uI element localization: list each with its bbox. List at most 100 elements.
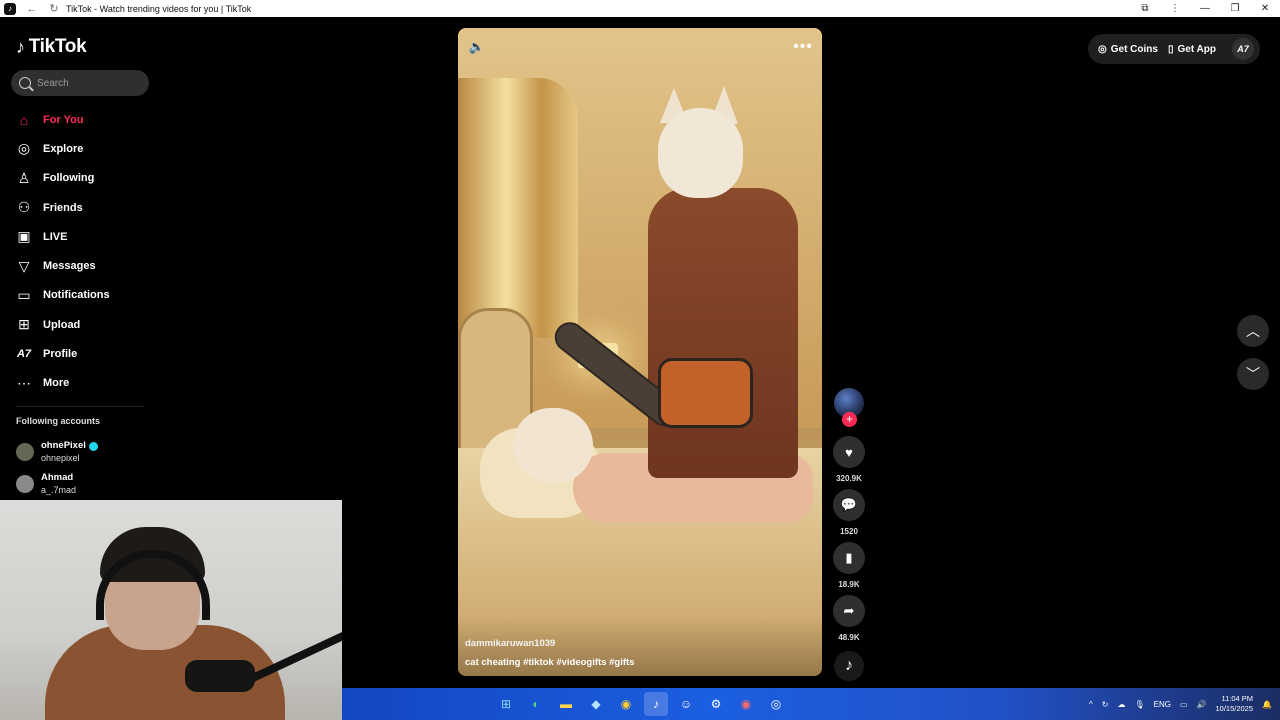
previous-video-button[interactable]: ︿ bbox=[1237, 315, 1269, 347]
search-box[interactable] bbox=[11, 70, 149, 96]
network-icon[interactable]: ▭ bbox=[1180, 700, 1188, 709]
sidebar-item-label: Profile bbox=[43, 348, 78, 361]
video-scene-curtain bbox=[458, 78, 578, 338]
phone-icon: ▯ bbox=[1167, 43, 1174, 55]
notification-bell-icon[interactable]: 🔔 bbox=[1262, 700, 1272, 709]
account-handle: a_.7mad bbox=[41, 485, 77, 495]
sidebar-item-more[interactable]: ⋯ More bbox=[16, 369, 110, 398]
chrome-icon[interactable]: ◉ bbox=[614, 692, 638, 716]
avatar bbox=[16, 475, 34, 493]
video-actions: + ♥ 320.9K 💬 1520 ▮ 18.9K ➦ 48.9K ♪ bbox=[832, 388, 866, 681]
sidebar-item-label: Explore bbox=[43, 142, 84, 155]
language-indicator[interactable]: ENG bbox=[1154, 700, 1171, 709]
get-coins-button[interactable]: ◎ Get Coins bbox=[1098, 44, 1158, 55]
tiktok-taskbar-icon[interactable]: ♪ bbox=[644, 692, 668, 716]
sidebar-item-for-you[interactable]: ⌂ For You bbox=[16, 105, 110, 134]
following-icon: ♙ bbox=[17, 169, 31, 186]
windows-start-icon[interactable]: ⊞ bbox=[494, 692, 518, 716]
menu-kebab-icon[interactable]: ⋮ bbox=[1160, 3, 1190, 14]
file-explorer-icon[interactable]: ▬ bbox=[554, 692, 578, 716]
more-options-icon[interactable]: ••• bbox=[792, 36, 814, 58]
volume-icon[interactable]: 🔈 bbox=[466, 36, 488, 58]
mic-tray-icon[interactable]: 🎙 bbox=[1134, 700, 1144, 709]
sidebar-item-label: Friends bbox=[43, 201, 83, 214]
notifications-icon: ▭ bbox=[17, 286, 31, 303]
chevron-up-icon: ︿ bbox=[1246, 323, 1260, 339]
window-controls: ⧉ ⋮ — ❐ ✕ bbox=[1130, 0, 1280, 17]
following-account[interactable]: Ahmad a_.7mad bbox=[16, 468, 98, 500]
like-button[interactable]: ♥ bbox=[833, 436, 865, 468]
following-account[interactable]: ohnePixel ohnepixel bbox=[16, 436, 98, 468]
share-button[interactable]: ➦ bbox=[833, 595, 865, 627]
sidebar-item-following[interactable]: ♙ Following bbox=[16, 164, 110, 193]
get-app-button[interactable]: ▯ Get App bbox=[1168, 44, 1216, 55]
sync-icon[interactable]: ↻ bbox=[1102, 700, 1109, 709]
steam-icon[interactable]: ⚙ bbox=[704, 692, 728, 716]
sidebar-item-label: Upload bbox=[43, 318, 81, 331]
heart-icon: ♥ bbox=[845, 444, 853, 460]
taskbar-clock[interactable]: 11:04 PM 10/15/2025 bbox=[1215, 694, 1253, 714]
sleeping-cat-head bbox=[513, 408, 593, 483]
microphone-shape bbox=[185, 660, 255, 692]
get-app-label: Get App bbox=[1177, 43, 1216, 55]
standing-cat-head bbox=[658, 108, 743, 198]
extensions-icon[interactable]: ⧉ bbox=[1130, 3, 1160, 14]
sidebar-item-label: Following bbox=[43, 172, 95, 185]
clock-time: 11:04 PM bbox=[1221, 694, 1254, 703]
account-handle: ohnepixel bbox=[41, 453, 80, 463]
share-icon: ➦ bbox=[843, 603, 855, 618]
sidebar-item-explore[interactable]: ◎ Explore bbox=[16, 134, 110, 163]
sidebar-item-profile[interactable]: A7 Profile bbox=[16, 339, 110, 368]
sidebar-divider bbox=[16, 406, 144, 407]
minimize-button[interactable]: — bbox=[1190, 3, 1220, 14]
chevron-up-tray-icon[interactable]: ^ bbox=[1089, 700, 1093, 709]
sidebar-item-friends[interactable]: ⚇ Friends bbox=[16, 193, 110, 222]
webcam-overlay bbox=[0, 500, 342, 720]
sidebar-item-live[interactable]: ▣ LIVE bbox=[16, 222, 110, 251]
sidebar-item-label: More bbox=[43, 377, 70, 390]
video-author[interactable]: dammikaruwan1039 bbox=[465, 638, 805, 649]
close-button[interactable]: ✕ bbox=[1250, 3, 1280, 14]
sidebar: ♪ TikTok ⌂ For You ◎ Explore ♙ Following… bbox=[0, 17, 160, 500]
browser-titlebar: ♪ ← ↻ TikTok - Watch trending videos for… bbox=[0, 0, 1280, 17]
tiktok-logo[interactable]: ♪ TikTok bbox=[16, 36, 87, 58]
search-input[interactable] bbox=[37, 77, 137, 89]
upload-icon: ⊞ bbox=[18, 316, 30, 333]
sidebar-item-label: Notifications bbox=[43, 289, 110, 302]
cloud-icon[interactable]: ☁ bbox=[1117, 700, 1125, 709]
home-icon: ⌂ bbox=[19, 111, 29, 128]
sidebar-item-upload[interactable]: ⊞ Upload bbox=[16, 310, 110, 339]
discord-icon[interactable]: ☺ bbox=[674, 692, 698, 716]
sidebar-item-notifications[interactable]: ▭ Notifications bbox=[16, 281, 110, 310]
follow-plus-icon[interactable]: + bbox=[842, 412, 857, 427]
sidebar-item-label: LIVE bbox=[43, 230, 68, 243]
account-name: Ahmad bbox=[41, 472, 74, 483]
video-scene-chainsaw-body bbox=[658, 358, 753, 428]
get-coins-label: Get Coins bbox=[1110, 43, 1158, 55]
creator-avatar[interactable]: + bbox=[834, 388, 864, 427]
more-icon: ⋯ bbox=[17, 374, 31, 391]
comment-count: 1520 bbox=[840, 527, 858, 536]
system-tray: ^ ↻ ☁ 🎙 ENG ▭ 🔊 11:04 PM 10/15/2025 🔔 bbox=[1089, 688, 1272, 720]
compass-icon: ◎ bbox=[17, 140, 31, 157]
next-video-button[interactable]: ﹀ bbox=[1237, 358, 1269, 390]
chrome-alt-icon[interactable]: ◉ bbox=[734, 692, 758, 716]
arrow-left-icon[interactable]: ← bbox=[26, 3, 38, 15]
following-accounts-list: ohnePixel ohnepixel Ahmad a_.7mad bbox=[16, 436, 98, 500]
sidebar-item-messages[interactable]: ▽ Messages bbox=[16, 251, 110, 280]
edge-icon[interactable]: ◐ bbox=[524, 692, 548, 716]
comment-icon: 💬 bbox=[840, 497, 858, 512]
reload-icon[interactable]: ↻ bbox=[48, 2, 60, 15]
video-description: cat cheating #tiktok #videogifts #gifts bbox=[465, 657, 635, 668]
video-player[interactable]: 🔈 ••• dammikaruwan1039 cat cheating #tik… bbox=[458, 28, 822, 676]
profile-avatar-button[interactable]: A7 bbox=[1232, 38, 1254, 60]
music-disc-icon[interactable]: ♪ bbox=[834, 651, 864, 681]
app-store-icon[interactable]: ◆ bbox=[584, 692, 608, 716]
volume-tray-icon[interactable]: 🔊 bbox=[1197, 700, 1207, 709]
restore-button[interactable]: ❐ bbox=[1220, 3, 1250, 14]
friends-icon: ⚇ bbox=[17, 199, 31, 216]
save-button[interactable]: ▮ bbox=[833, 542, 865, 574]
comment-button[interactable]: 💬 bbox=[833, 489, 865, 521]
obs-icon[interactable]: ◎ bbox=[764, 692, 788, 716]
avatar bbox=[16, 443, 34, 461]
